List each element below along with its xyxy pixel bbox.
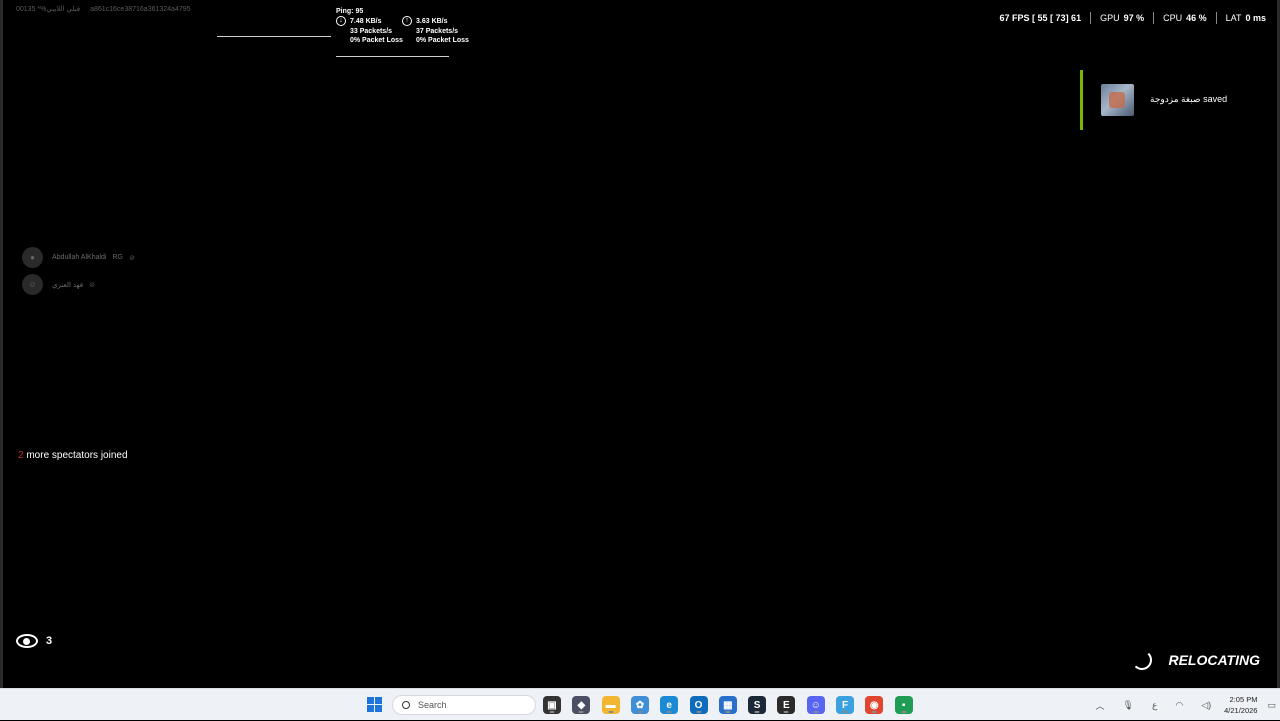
date-text: 4/21/2026	[1224, 705, 1257, 716]
muted-mic-icon: ⊘	[129, 254, 135, 262]
search-box[interactable]: Search	[392, 695, 536, 715]
muted-mic-icon: ⊘	[89, 281, 95, 289]
fortnite-icon[interactable]: F	[836, 696, 854, 714]
voice-user-name: Abdullah AlKhaldi	[52, 254, 107, 261]
download-stats: ↓ 7.48 KB/s 33 Packets/s 0% Packet Loss	[336, 17, 403, 46]
running-indicator	[667, 711, 672, 713]
spectator-count: 2	[18, 450, 24, 461]
microphone-icon[interactable]: 🎙︎	[1123, 700, 1134, 711]
voice-user-2: ☺ فهد العنزي ⊘	[22, 274, 95, 295]
download-rate: 7.48 KB/s	[350, 17, 403, 27]
notification-accent-bar	[1080, 70, 1083, 130]
running-indicator	[755, 711, 760, 713]
download-arrow-icon: ↓	[336, 16, 346, 26]
store-icon[interactable]: ▦	[719, 696, 737, 714]
session-name: قبلي اللايبي%*	[37, 6, 80, 13]
running-indicator	[872, 711, 877, 713]
viewer-counter: 3	[16, 634, 52, 648]
upload-stats: ↑ 3.63 KB/s 37 Packets/s 0% Packet Loss	[402, 17, 469, 46]
running-indicator	[784, 711, 789, 713]
discord-icon[interactable]: ☺	[807, 696, 825, 714]
running-indicator	[608, 711, 613, 713]
relocating-status: RELOCATING	[1132, 650, 1260, 670]
running-indicator	[696, 711, 701, 713]
avatar-icon: ●	[22, 247, 43, 268]
top-divider-left	[217, 36, 331, 37]
language-indicator[interactable]: ع	[1152, 700, 1157, 711]
file-explorer-icon[interactable]: ▬	[602, 696, 620, 714]
photos-icon[interactable]: ✿	[631, 696, 649, 714]
system-tray: ︿ 🎙︎ ع ◠ ◁) 2:05 PM 4/21/2026 ▭	[1087, 689, 1280, 721]
running-indicator	[725, 711, 730, 713]
perf-separator	[1216, 12, 1217, 24]
session-info: قبلي اللايبي%* 00135a861c16ce38716a36132…	[16, 5, 201, 13]
edge-icon[interactable]: e	[660, 696, 678, 714]
fps-readout: 67 FPS [ 55 [ 73] 61	[1000, 13, 1082, 23]
gpu-value: 97 %	[1124, 13, 1145, 23]
cpu-label: CPU	[1163, 13, 1182, 23]
running-indicator	[813, 711, 818, 713]
eye-icon	[16, 634, 38, 648]
running-indicator	[579, 711, 584, 713]
running-indicator	[637, 711, 642, 713]
download-packets: 33 Packets/s	[350, 27, 403, 37]
running-indicator	[550, 711, 555, 713]
perf-separator	[1153, 12, 1154, 24]
upload-arrow-icon: ↑	[402, 16, 412, 26]
discord-icon: ☺	[22, 274, 43, 295]
frame-left-border	[0, 0, 3, 688]
viewer-count: 3	[46, 635, 52, 647]
app-cube-icon[interactable]: ◆	[572, 696, 590, 714]
chevron-up-icon[interactable]: ︿	[1096, 699, 1105, 712]
lat-value: 0 ms	[1245, 13, 1266, 23]
notification-bell-icon[interactable]: ▭	[1267, 700, 1276, 711]
upload-loss: 0% Packet Loss	[416, 36, 469, 46]
performance-overlay: 67 FPS [ 55 [ 73] 61 GPU 97 % CPU 46 % L…	[1000, 12, 1266, 24]
taskbar: Search ▣ ◆ ▬ ✿ eO ▦ SE ☺ F ◉ ▪ ︿ 🎙︎ ع ◠ ◁) 2:05 PM…	[0, 688, 1280, 720]
search-placeholder: Search	[418, 700, 447, 710]
spectator-text: more spectators joined	[26, 450, 127, 461]
voice-user-1: ● Abdullah AlKhaldi RG ⊘	[22, 247, 135, 268]
steam-icon[interactable]: S	[748, 696, 766, 714]
epic-games-icon[interactable]: E	[777, 696, 795, 714]
spectators-message: 2 more spectators joined	[18, 450, 128, 461]
volume-icon[interactable]: ◁)	[1201, 700, 1211, 711]
voice-user-name: فهد العنزي	[52, 281, 83, 289]
save-notification[interactable]: صبغة مزدوجة saved	[1080, 70, 1280, 130]
gpu-label: GPU	[1100, 13, 1120, 23]
outlook-icon[interactable]: O	[690, 696, 708, 714]
network-stats: Ping: 95 ↓ 7.48 KB/s 33 Packets/s 0% Pac…	[336, 7, 363, 17]
notification-text: صبغة مزدوجة saved	[1150, 94, 1227, 105]
time-text: 2:05 PM	[1224, 694, 1257, 705]
notification-thumbnail	[1101, 84, 1134, 116]
game-viewport: قبلي اللايبي%* 00135a861c16ce38716a36132…	[0, 0, 1280, 688]
start-button[interactable]	[366, 696, 384, 714]
download-loss: 0% Packet Loss	[350, 36, 403, 46]
upload-packets: 37 Packets/s	[416, 27, 469, 37]
cpu-value: 46 %	[1186, 13, 1207, 23]
clock[interactable]: 2:05 PM 4/21/2026	[1224, 694, 1257, 716]
upload-rate: 3.63 KB/s	[416, 17, 469, 27]
lat-label: LAT	[1226, 13, 1242, 23]
running-indicator	[843, 711, 848, 713]
task-view-icon[interactable]: ▣	[543, 696, 561, 714]
status-text: RELOCATING	[1168, 652, 1260, 668]
wifi-icon[interactable]: ◠	[1175, 700, 1183, 711]
voice-user-badge: RG	[113, 254, 124, 261]
perf-separator	[1090, 12, 1091, 24]
running-indicator	[901, 711, 906, 713]
loading-spinner-icon	[1132, 650, 1152, 670]
app-green-icon[interactable]: ▪	[895, 696, 913, 714]
search-icon	[402, 701, 410, 709]
chrome-icon[interactable]: ◉	[865, 696, 883, 714]
top-divider-right	[336, 56, 449, 57]
